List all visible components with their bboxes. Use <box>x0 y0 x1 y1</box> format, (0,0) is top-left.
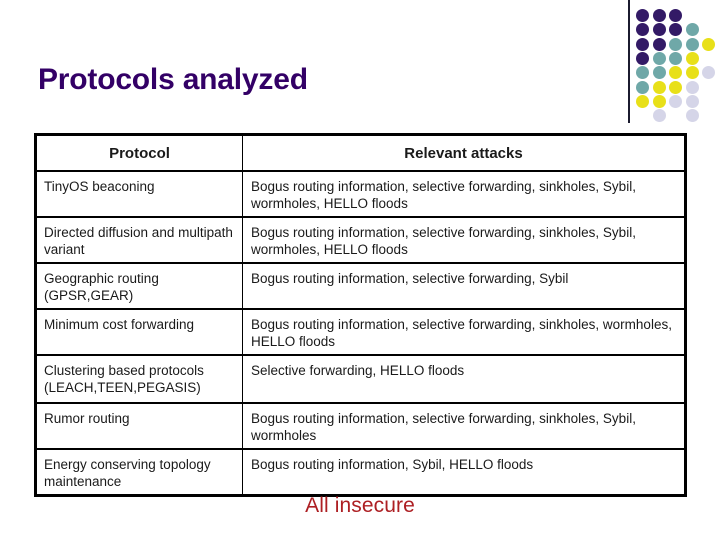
dot-yellow <box>685 51 699 65</box>
relevant-attacks-text: Bogus routing information, selective for… <box>251 317 672 349</box>
dot-yellow <box>652 94 666 108</box>
dot-purple <box>636 37 649 51</box>
dot-teal <box>669 37 682 51</box>
cell-relevant-attacks: Bogus routing information, selective for… <box>242 170 686 218</box>
table-row: Clustering based protocols (LEACH,TEEN,P… <box>35 354 686 404</box>
protocol-name: Directed diffusion and multipath variant <box>44 225 233 257</box>
table-row: Rumor routing Bogus routing information, … <box>35 402 686 450</box>
table-row: TinyOS beaconing Bogus routing informatio… <box>35 170 686 218</box>
dot-yellow <box>702 37 715 51</box>
column-header-protocol: Protocol <box>35 134 243 172</box>
dot-lavender <box>652 109 666 123</box>
table-row: Directed diffusion and multipath variant… <box>35 216 686 264</box>
dot-teal <box>669 51 682 65</box>
footer-note: All insecure <box>305 494 415 517</box>
protocol-name: Clustering based protocols (LEACH,TEEN,P… <box>44 363 204 395</box>
dot-purple <box>636 9 649 22</box>
table-row: Geographic routing (GPSR,GEAR) Bogus rout… <box>35 262 686 310</box>
cell-protocol: Rumor routing <box>35 402 243 450</box>
decorative-dot-grid <box>628 0 720 124</box>
dot-purple <box>636 51 649 65</box>
relevant-attacks-text: Selective forwarding, HELLO floods <box>251 363 465 378</box>
dot-teal <box>636 66 649 80</box>
protocol-name: TinyOS beaconing <box>44 179 155 194</box>
cell-protocol: Clustering based protocols (LEACH,TEEN,P… <box>35 354 243 404</box>
table-header-row: Protocol Relevant attacks <box>35 134 686 172</box>
protocols-table: Protocol Relevant attacks TinyOS beaconi… <box>34 133 687 497</box>
dot-purple <box>669 9 682 22</box>
relevant-attacks-text: Bogus routing information, selective for… <box>251 411 636 443</box>
protocol-name: Geographic routing (GPSR,GEAR) <box>44 271 159 303</box>
protocol-name: Rumor routing <box>44 411 130 426</box>
relevant-attacks-text: Bogus routing information, Sybil, HELLO … <box>251 457 534 472</box>
table-body: TinyOS beaconing Bogus routing informatio… <box>35 170 686 496</box>
dot-teal <box>685 23 699 37</box>
dot-purple <box>652 37 666 51</box>
protocol-name: Minimum cost forwarding <box>44 317 195 332</box>
dot-yellow <box>685 66 699 80</box>
table-header: Protocol Relevant attacks <box>35 134 686 172</box>
dot-yellow <box>652 80 666 94</box>
cell-protocol: Minimum cost forwarding <box>35 308 243 356</box>
dot-lavender <box>685 109 699 123</box>
dot-purple <box>652 23 666 37</box>
column-header-relevant-attacks: Relevant attacks <box>242 134 686 172</box>
relevant-attacks-text: Bogus routing information, selective for… <box>251 271 569 286</box>
cell-protocol: TinyOS beaconing <box>35 170 243 218</box>
page-title: Protocols analyzed <box>38 63 308 96</box>
dot-purple <box>636 23 649 37</box>
dot-grid-dots <box>636 9 720 123</box>
relevant-attacks-text: Bogus routing information, selective for… <box>251 179 636 211</box>
relevant-attacks-text: Bogus routing information, selective for… <box>251 225 636 257</box>
cell-protocol: Energy conserving topology maintenance <box>35 448 243 496</box>
table-row: Energy conserving topology maintenance Bo… <box>35 448 686 496</box>
dot-lavender <box>702 66 715 80</box>
dot-teal <box>636 80 649 94</box>
vertical-rule-divider <box>628 0 630 123</box>
cell-relevant-attacks: Bogus routing information, Sybil, HELLO … <box>242 448 686 496</box>
cell-relevant-attacks: Bogus routing information, selective for… <box>242 262 686 310</box>
dot-yellow <box>669 80 682 94</box>
dot-lavender <box>685 94 699 108</box>
dot-lavender <box>685 80 699 94</box>
dot-yellow <box>669 66 682 80</box>
protocol-name: Energy conserving topology maintenance <box>44 457 211 489</box>
dot-teal <box>652 66 666 80</box>
cell-relevant-attacks: Bogus routing information, selective for… <box>242 402 686 450</box>
dot-teal <box>685 37 699 51</box>
protocols-table-container: Protocol Relevant attacks TinyOS beaconi… <box>34 133 687 497</box>
dot-teal <box>652 51 666 65</box>
table-row: Minimum cost forwarding Bogus routing inf… <box>35 308 686 356</box>
cell-protocol: Directed diffusion and multipath variant <box>35 216 243 264</box>
dot-purple <box>652 9 666 22</box>
cell-protocol: Geographic routing (GPSR,GEAR) <box>35 262 243 310</box>
cell-relevant-attacks: Bogus routing information, selective for… <box>242 216 686 264</box>
cell-relevant-attacks: Bogus routing information, selective for… <box>242 308 686 356</box>
dot-purple <box>669 23 682 37</box>
dot-yellow <box>636 94 649 108</box>
dot-lavender <box>669 94 682 108</box>
slide-canvas: Protocols analyzed Protocol Relevant att… <box>0 0 720 540</box>
cell-relevant-attacks: Selective forwarding, HELLO floods <box>242 354 686 404</box>
